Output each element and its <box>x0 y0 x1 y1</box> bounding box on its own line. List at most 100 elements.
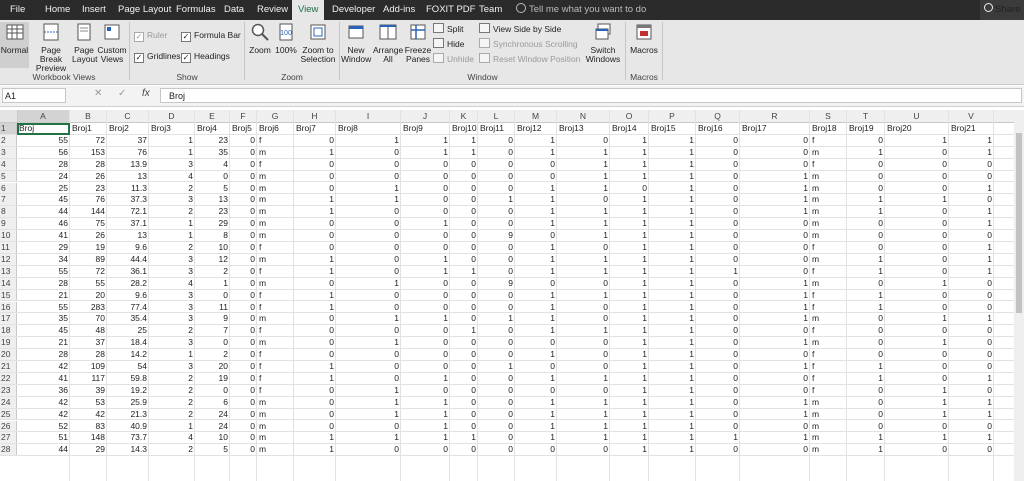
cell[interactable]: 59.8 <box>107 373 149 384</box>
column-header-o[interactable]: O <box>610 110 649 122</box>
share-button[interactable]: Share <box>980 0 1024 20</box>
cell[interactable]: 75 <box>70 218 107 229</box>
view-side-by-side-button[interactable]: View Side by Side <box>479 23 561 35</box>
cell[interactable]: m <box>257 432 294 443</box>
cell[interactable]: 1 <box>557 218 610 229</box>
cell[interactable]: Broj6 <box>257 123 294 134</box>
cell[interactable]: 0 <box>885 349 949 360</box>
cell[interactable]: 0 <box>294 349 336 360</box>
cell[interactable]: m <box>810 206 847 217</box>
cell[interactable]: 0 <box>847 349 885 360</box>
cell[interactable]: 1 <box>515 147 557 158</box>
cell[interactable]: 0 <box>478 409 515 420</box>
cell[interactable]: 25 <box>17 183 70 194</box>
cell[interactable]: 1 <box>610 254 649 265</box>
cell[interactable]: 1 <box>649 409 696 420</box>
insert-function-icon[interactable]: fx <box>142 88 150 99</box>
cell[interactable]: 0 <box>450 444 478 455</box>
cell[interactable]: 29 <box>195 218 230 229</box>
cell[interactable]: f <box>257 266 294 277</box>
cell[interactable]: 1 <box>696 266 740 277</box>
cell[interactable]: m <box>810 397 847 408</box>
cell[interactable]: 0 <box>294 183 336 194</box>
cell[interactable]: 45 <box>17 194 70 205</box>
cell[interactable]: 1 <box>557 325 610 336</box>
cell[interactable]: 35.4 <box>107 313 149 324</box>
cell[interactable]: 0 <box>450 361 478 372</box>
cell[interactable]: 0 <box>230 444 257 455</box>
cell[interactable]: 1 <box>649 218 696 229</box>
cell[interactable]: 1 <box>847 373 885 384</box>
cell[interactable]: 0 <box>478 147 515 158</box>
cell[interactable]: 1 <box>515 421 557 432</box>
cell[interactable]: 0 <box>230 409 257 420</box>
cell[interactable]: 1 <box>450 147 478 158</box>
cell[interactable]: 0 <box>847 218 885 229</box>
cell[interactable]: f <box>257 325 294 336</box>
cell[interactable]: 1 <box>885 313 949 324</box>
cell[interactable]: 2 <box>149 325 195 336</box>
cell[interactable]: 4 <box>195 159 230 170</box>
row-header[interactable]: 3 <box>0 146 17 158</box>
column-header-q[interactable]: Q <box>696 110 740 122</box>
column-header-h[interactable]: H <box>294 110 336 122</box>
cell[interactable]: Broj10 <box>450 123 478 134</box>
cell[interactable]: 0 <box>336 218 401 229</box>
cell[interactable]: 0 <box>696 254 740 265</box>
cell[interactable]: m <box>810 254 847 265</box>
row-header[interactable]: 4 <box>0 158 17 170</box>
cell[interactable]: 29 <box>70 444 107 455</box>
cell[interactable]: 41 <box>17 373 70 384</box>
tab-home[interactable]: Home <box>45 0 70 20</box>
cell[interactable]: 1 <box>149 421 195 432</box>
cell[interactable]: 11 <box>195 302 230 313</box>
cell[interactable]: 0 <box>294 159 336 170</box>
cell[interactable]: m <box>257 194 294 205</box>
cell[interactable]: f <box>810 159 847 170</box>
row-header[interactable]: 1 <box>0 123 17 134</box>
cell[interactable]: 0 <box>450 171 478 182</box>
cell[interactable]: 0 <box>949 171 994 182</box>
cell[interactable]: 0 <box>401 242 450 253</box>
cell[interactable]: 13 <box>195 194 230 205</box>
cell[interactable]: 1 <box>294 373 336 384</box>
cell[interactable]: 0 <box>230 385 257 396</box>
cell[interactable]: 44 <box>17 444 70 455</box>
cell[interactable]: Broj14 <box>610 123 649 134</box>
tab-file[interactable]: File <box>10 0 25 20</box>
cell[interactable]: 1 <box>847 206 885 217</box>
cell[interactable]: 0 <box>696 278 740 289</box>
cell[interactable]: Broj15 <box>649 123 696 134</box>
cell[interactable]: f <box>257 385 294 396</box>
cell[interactable]: 0 <box>450 230 478 241</box>
cell[interactable]: 1 <box>847 266 885 277</box>
cell[interactable]: 0 <box>885 290 949 301</box>
cell[interactable]: 1 <box>885 397 949 408</box>
cell[interactable]: 14.2 <box>107 349 149 360</box>
cell[interactable]: m <box>810 444 847 455</box>
cell[interactable]: 24 <box>195 409 230 420</box>
cell[interactable]: m <box>257 183 294 194</box>
cell[interactable]: m <box>810 171 847 182</box>
cell[interactable]: 76 <box>70 194 107 205</box>
cell[interactable]: 21 <box>17 337 70 348</box>
cell[interactable]: 1 <box>610 361 649 372</box>
cell[interactable]: m <box>810 409 847 420</box>
cell[interactable]: 2 <box>149 183 195 194</box>
cell[interactable]: 0 <box>740 385 810 396</box>
cell[interactable]: 0 <box>740 230 810 241</box>
cell[interactable]: m <box>257 421 294 432</box>
cell[interactable]: 0 <box>230 135 257 146</box>
cell[interactable]: f <box>257 361 294 372</box>
cell[interactable]: 0 <box>740 444 810 455</box>
cell[interactable]: 1 <box>557 373 610 384</box>
cell[interactable]: 0 <box>885 421 949 432</box>
cell[interactable]: 1 <box>885 385 949 396</box>
cell[interactable]: m <box>257 171 294 182</box>
cell[interactable]: 0 <box>450 385 478 396</box>
cell[interactable]: 1 <box>847 432 885 443</box>
cell[interactable]: 0 <box>885 373 949 384</box>
cell[interactable]: Broj19 <box>847 123 885 134</box>
cell[interactable]: 1 <box>336 385 401 396</box>
cell[interactable]: f <box>810 385 847 396</box>
